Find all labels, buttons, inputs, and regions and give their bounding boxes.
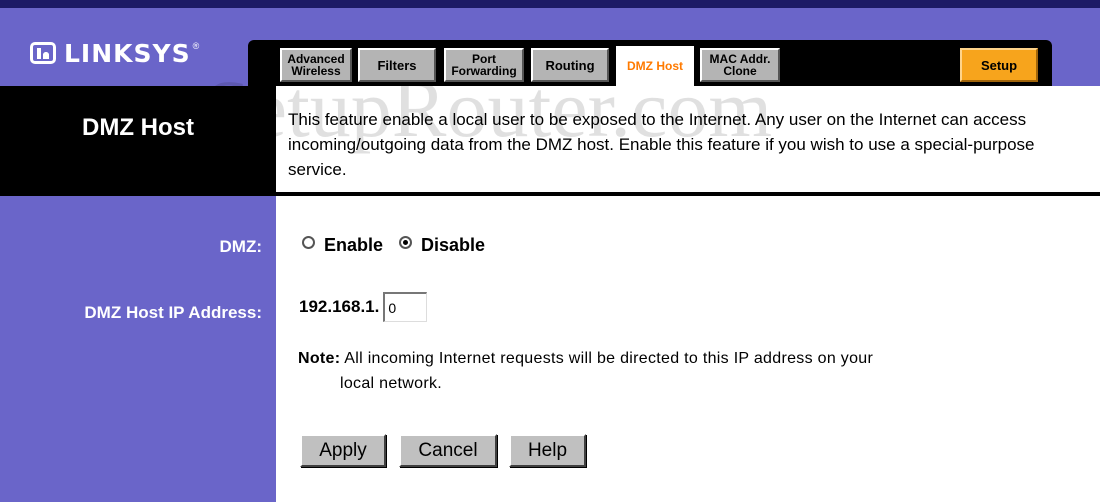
tab-setup[interactable]: Setup — [960, 48, 1038, 82]
page-title: DMZ Host — [82, 114, 194, 141]
apply-button[interactable]: Apply — [300, 434, 386, 467]
logo-text: LINKSYS — [64, 38, 191, 68]
ip-prefix: 192.168.1. — [299, 297, 380, 316]
tab-port-forwarding[interactable]: Port Forwarding — [444, 48, 524, 82]
cancel-button[interactable]: Cancel — [399, 434, 497, 467]
dmz-label: DMZ: — [219, 237, 262, 256]
dmz-ip-row: 192.168.1. — [299, 292, 428, 322]
linksys-logo-icon — [30, 42, 56, 64]
help-button[interactable]: Help — [509, 434, 586, 467]
top-shade — [0, 0, 1100, 8]
page-description: This feature enable a local user to be e… — [288, 110, 1035, 179]
tab-label: DMZ Host — [627, 58, 683, 73]
dmz-host-ip-input[interactable] — [383, 292, 428, 322]
tab-strip: Advanced Wireless Filters Port Forwardin… — [248, 40, 1052, 86]
tab-routing[interactable]: Routing — [531, 48, 609, 82]
tab-label: Routing — [545, 57, 595, 73]
linksys-logo: LINKSYS ® — [30, 38, 199, 68]
tab-label: Setup — [980, 57, 1018, 73]
tab-advanced-wireless[interactable]: Advanced Wireless — [280, 48, 352, 82]
tab-label: MAC Addr. Clone — [709, 52, 771, 78]
note-label: Note: — [298, 350, 341, 367]
tab-label: Filters — [377, 57, 417, 73]
dmz-radio-group: Enable Disable — [302, 235, 501, 256]
tab-mac-addr-clone[interactable]: MAC Addr. Clone — [700, 48, 780, 82]
dmz-disable-label[interactable]: Disable — [421, 235, 485, 256]
logo-registered-mark: ® — [192, 41, 200, 51]
note-text: Note: All incoming Internet requests wil… — [298, 346, 1038, 396]
tab-dmz-host[interactable]: DMZ Host — [616, 46, 694, 86]
dmz-host-ip-label: DMZ Host IP Address: — [84, 303, 262, 322]
note-line2: local network. — [340, 375, 443, 392]
tab-label: Advanced Wireless — [287, 52, 345, 78]
dmz-enable-radio[interactable] — [302, 236, 315, 249]
top-nav-bar: LINKSYS ® Advanced Wireless Filters Port… — [0, 0, 1100, 86]
dmz-enable-label[interactable]: Enable — [324, 235, 383, 256]
tab-label: Port Forwarding — [451, 52, 517, 78]
note-line1: All incoming Internet requests will be d… — [344, 350, 874, 367]
tab-filters[interactable]: Filters — [358, 48, 436, 82]
header-description-panel: This feature enable a local user to be e… — [276, 86, 1100, 196]
dmz-disable-radio[interactable] — [399, 236, 413, 249]
